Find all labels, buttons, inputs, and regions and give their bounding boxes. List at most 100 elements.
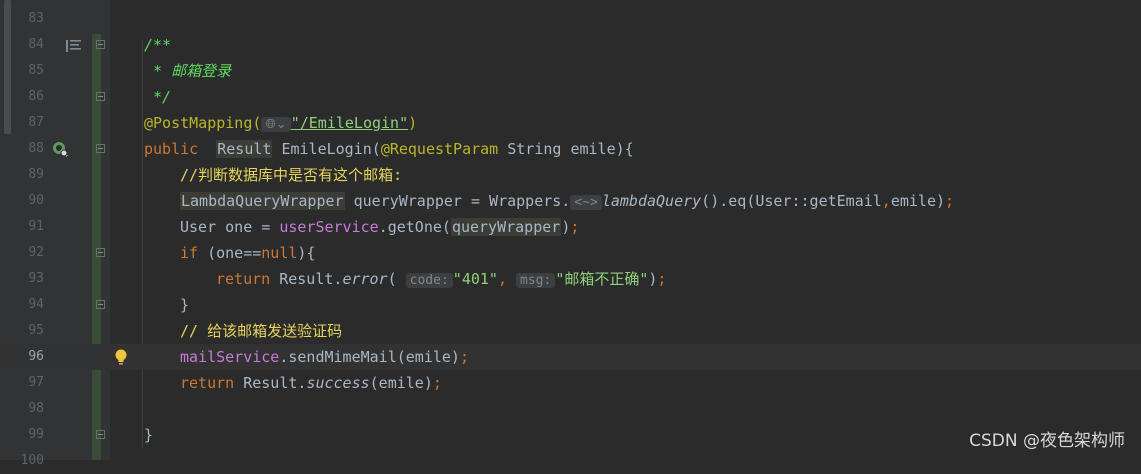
code-text[interactable]: @PostMapping(🌐︎⌄ "/EmileLogin"): [144, 110, 417, 136]
gutter-cell[interactable]: 85: [14, 58, 102, 84]
code-text[interactable]: }: [144, 422, 153, 448]
code-token: Result.: [270, 270, 343, 288]
gutter-cell[interactable]: 88: [14, 136, 105, 162]
line-number: 99: [28, 427, 44, 442]
code-token: ): [408, 114, 418, 132]
gutter-cell[interactable]: 92: [14, 240, 105, 266]
gutter-cell[interactable]: 87: [14, 110, 102, 136]
line-number: 93: [28, 271, 44, 286]
code-token: queryWrapper = Wrappers.: [344, 192, 571, 210]
code-line[interactable]: 94}: [0, 292, 1141, 318]
code-text[interactable]: /**: [144, 32, 171, 58]
line-number: 92: [28, 245, 44, 260]
code-token: ;: [570, 218, 580, 236]
code-token: EmileLogin(: [272, 140, 381, 158]
line-number: 94: [28, 297, 44, 312]
gutter-cell[interactable]: 98: [14, 396, 102, 422]
code-token: ;: [432, 374, 442, 392]
code-token: //判断数据库中是否有这个邮箱:: [180, 166, 403, 184]
code-line[interactable]: 90 LambdaQueryWrapper queryWrapper = Wrap…: [0, 188, 1141, 214]
gutter-cell[interactable]: 90: [14, 188, 102, 214]
gutter-cell[interactable]: 91: [14, 214, 102, 240]
gutter-cell[interactable]: 95: [14, 318, 102, 344]
gutter-cell[interactable]: 99: [14, 422, 105, 448]
code-text[interactable]: return Result.success(emile);: [180, 370, 442, 396]
code-text[interactable]: if (one==null){: [180, 240, 315, 266]
code-line[interactable]: 88 public Result EmileLogin(@RequestParam…: [0, 136, 1141, 162]
line-number: 96: [28, 349, 44, 364]
code-line[interactable]: 98: [0, 396, 1141, 422]
fold-toggle-icon[interactable]: [96, 40, 105, 49]
code-editor[interactable]: 83 84/** 85 * 邮箱登录 86 */87 @PostMapping(🌐︎⌄ "…: [0, 0, 1141, 468]
code-token: ;: [657, 270, 667, 288]
code-text[interactable]: mailService.sendMimeMail(emile);: [180, 344, 469, 370]
code-text[interactable]: return Result.error( code: "401", msg: "邮箱…: [216, 266, 666, 292]
code-token: if: [180, 244, 199, 262]
code-line[interactable]: 97 return Result.success(emile);: [0, 370, 1141, 396]
gutter-cell[interactable]: 96: [14, 344, 127, 370]
code-text[interactable]: * 邮箱登录: [144, 58, 231, 84]
code-text[interactable]: }: [180, 292, 189, 318]
code-token: LambdaQueryWrapper: [180, 192, 345, 210]
code-line[interactable]: 86 */: [0, 84, 1141, 110]
code-line[interactable]: 83: [0, 6, 1141, 32]
code-line[interactable]: 91 User one = userService.getOne(queryWra…: [0, 214, 1141, 240]
gutter-cell[interactable]: 83: [14, 6, 102, 32]
fold-toggle-icon[interactable]: [96, 300, 105, 309]
code-token: ){: [297, 244, 316, 262]
fold-toggle-icon[interactable]: [96, 92, 105, 101]
code-line[interactable]: 100: [0, 448, 1141, 474]
gutter-cell[interactable]: 84: [14, 32, 105, 58]
code-token: .sendMimeMail(emile): [279, 348, 460, 366]
gutter-cell[interactable]: 97: [14, 370, 102, 396]
code-token: ;: [945, 192, 955, 210]
code-text[interactable]: // 给该邮箱发送验证码: [180, 318, 342, 344]
code-token: ,: [881, 192, 891, 210]
code-token: null: [261, 244, 298, 262]
code-token: userService: [279, 218, 379, 236]
code-token: }: [180, 296, 190, 314]
gutter-cell[interactable]: 94: [14, 292, 105, 318]
code-token: emile): [890, 192, 946, 210]
gutter-cell[interactable]: 89: [14, 162, 102, 188]
fold-toggle-icon[interactable]: [96, 430, 105, 439]
gutter-cell[interactable]: 100: [14, 448, 102, 474]
code-text[interactable]: public Result EmileLogin(@RequestParam S…: [144, 136, 634, 162]
code-token: }: [144, 426, 154, 444]
code-line[interactable]: 96 mailService.sendMimeMail(emile);: [0, 344, 1141, 370]
code-line[interactable]: 92 if (one==null){: [0, 240, 1141, 266]
bean-mapping-icon[interactable]: [52, 141, 68, 157]
code-token: */: [144, 88, 172, 106]
code-text[interactable]: LambdaQueryWrapper queryWrapper = Wrappe…: [180, 188, 954, 214]
code-token: ,: [497, 270, 507, 288]
code-token: return: [180, 374, 235, 392]
bookmark-icon[interactable]: [66, 38, 82, 52]
code-token: @PostMapping(: [144, 114, 262, 132]
fold-toggle-icon[interactable]: [96, 144, 105, 153]
code-token: (: [387, 270, 406, 288]
gutter-cell[interactable]: 86: [14, 84, 105, 110]
code-line[interactable]: 93 return Result.error( code: "401", msg: "…: [0, 266, 1141, 292]
line-number: 98: [28, 401, 44, 416]
code-line[interactable]: 87 @PostMapping(🌐︎⌄ "/EmileLogin"): [0, 110, 1141, 136]
code-token: (emile): [369, 374, 433, 392]
lightbulb-icon[interactable]: [114, 348, 128, 366]
line-number: 88: [28, 141, 44, 156]
code-text[interactable]: User one = userService.getOne(queryWrapp…: [180, 214, 579, 240]
code-token: // 给该邮箱发送验证码: [180, 322, 343, 340]
fold-toggle-icon[interactable]: [96, 248, 105, 257]
code-line[interactable]: 95 // 给该邮箱发送验证码: [0, 318, 1141, 344]
code-line[interactable]: 85 * 邮箱登录: [0, 58, 1141, 84]
code-text[interactable]: */: [144, 84, 171, 110]
code-token: msg:: [516, 273, 556, 288]
code-token: ().eq(User::getEmail: [701, 192, 882, 210]
code-line[interactable]: 89 //判断数据库中是否有这个邮箱:: [0, 162, 1141, 188]
code-token: Result.: [234, 374, 307, 392]
code-text[interactable]: //判断数据库中是否有这个邮箱:: [180, 162, 402, 188]
code-token: Result: [216, 140, 273, 158]
gutter-cell[interactable]: 93: [14, 266, 102, 292]
code-line[interactable]: 84 /**: [0, 32, 1141, 58]
line-number: 86: [28, 89, 44, 104]
